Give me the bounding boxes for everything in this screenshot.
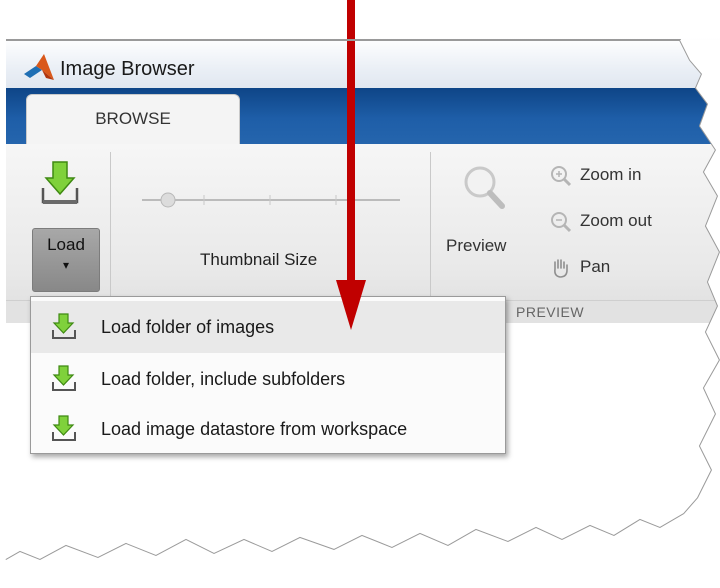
screenshot-frame: Image Browser BROWSE Load ▾ Thumbnail Si…	[0, 0, 720, 588]
torn-edge-border	[0, 39, 720, 588]
